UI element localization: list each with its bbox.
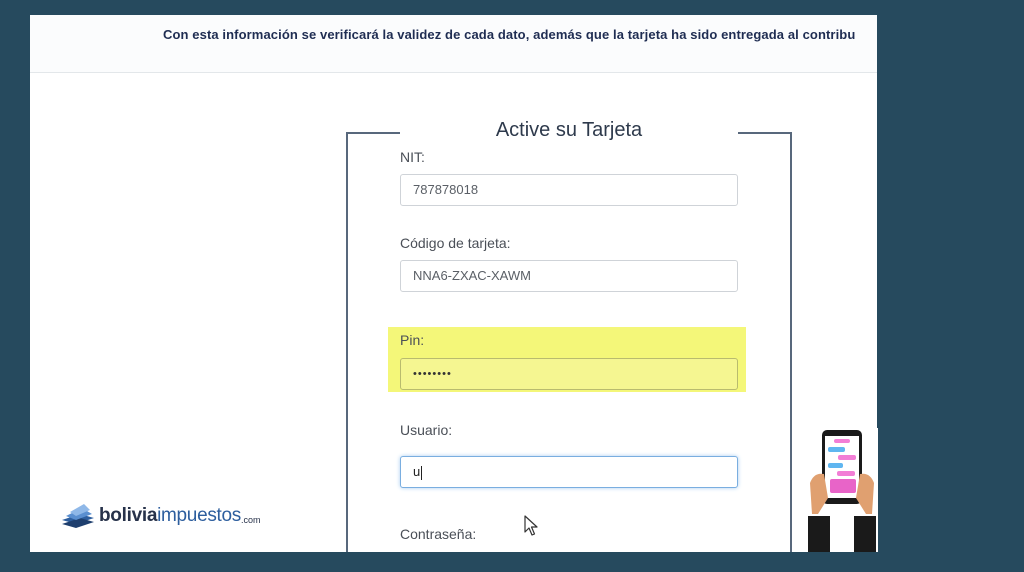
usuario-input[interactable]: u: [400, 456, 738, 488]
logo-text-impuestos: impuestos: [157, 505, 241, 526]
pin-input[interactable]: ••••••••: [400, 358, 738, 390]
books-logo-icon: [62, 504, 94, 528]
logo-text-com: .com: [241, 515, 261, 525]
boliviaimpuestos-logo: bolivia impuestos .com: [60, 501, 261, 531]
logo-text-bolivia: bolivia: [99, 505, 158, 526]
text-caret: [421, 465, 423, 480]
pin-label: Pin:: [400, 332, 425, 348]
form-title: Active su Tarjeta: [495, 119, 643, 141]
info-banner: Con esta información se verificará la va…: [30, 15, 877, 73]
codigo-input[interactable]: NNA6-ZXAC-XAWM: [400, 260, 738, 292]
phone-hands-illustration: [806, 428, 878, 552]
nit-label: NIT:: [400, 149, 425, 165]
usuario-value: u: [413, 464, 421, 479]
browser-screen: Con esta información se verificará la va…: [30, 15, 877, 552]
mouse-pointer-icon: [524, 515, 538, 536]
codigo-label: Código de tarjeta:: [400, 235, 511, 251]
banner-text: Con esta información se verificará la va…: [163, 27, 856, 42]
contrasena-label: Contraseña:: [400, 526, 477, 542]
nit-input[interactable]: 787878018: [400, 174, 738, 206]
usuario-label: Usuario:: [400, 422, 453, 438]
